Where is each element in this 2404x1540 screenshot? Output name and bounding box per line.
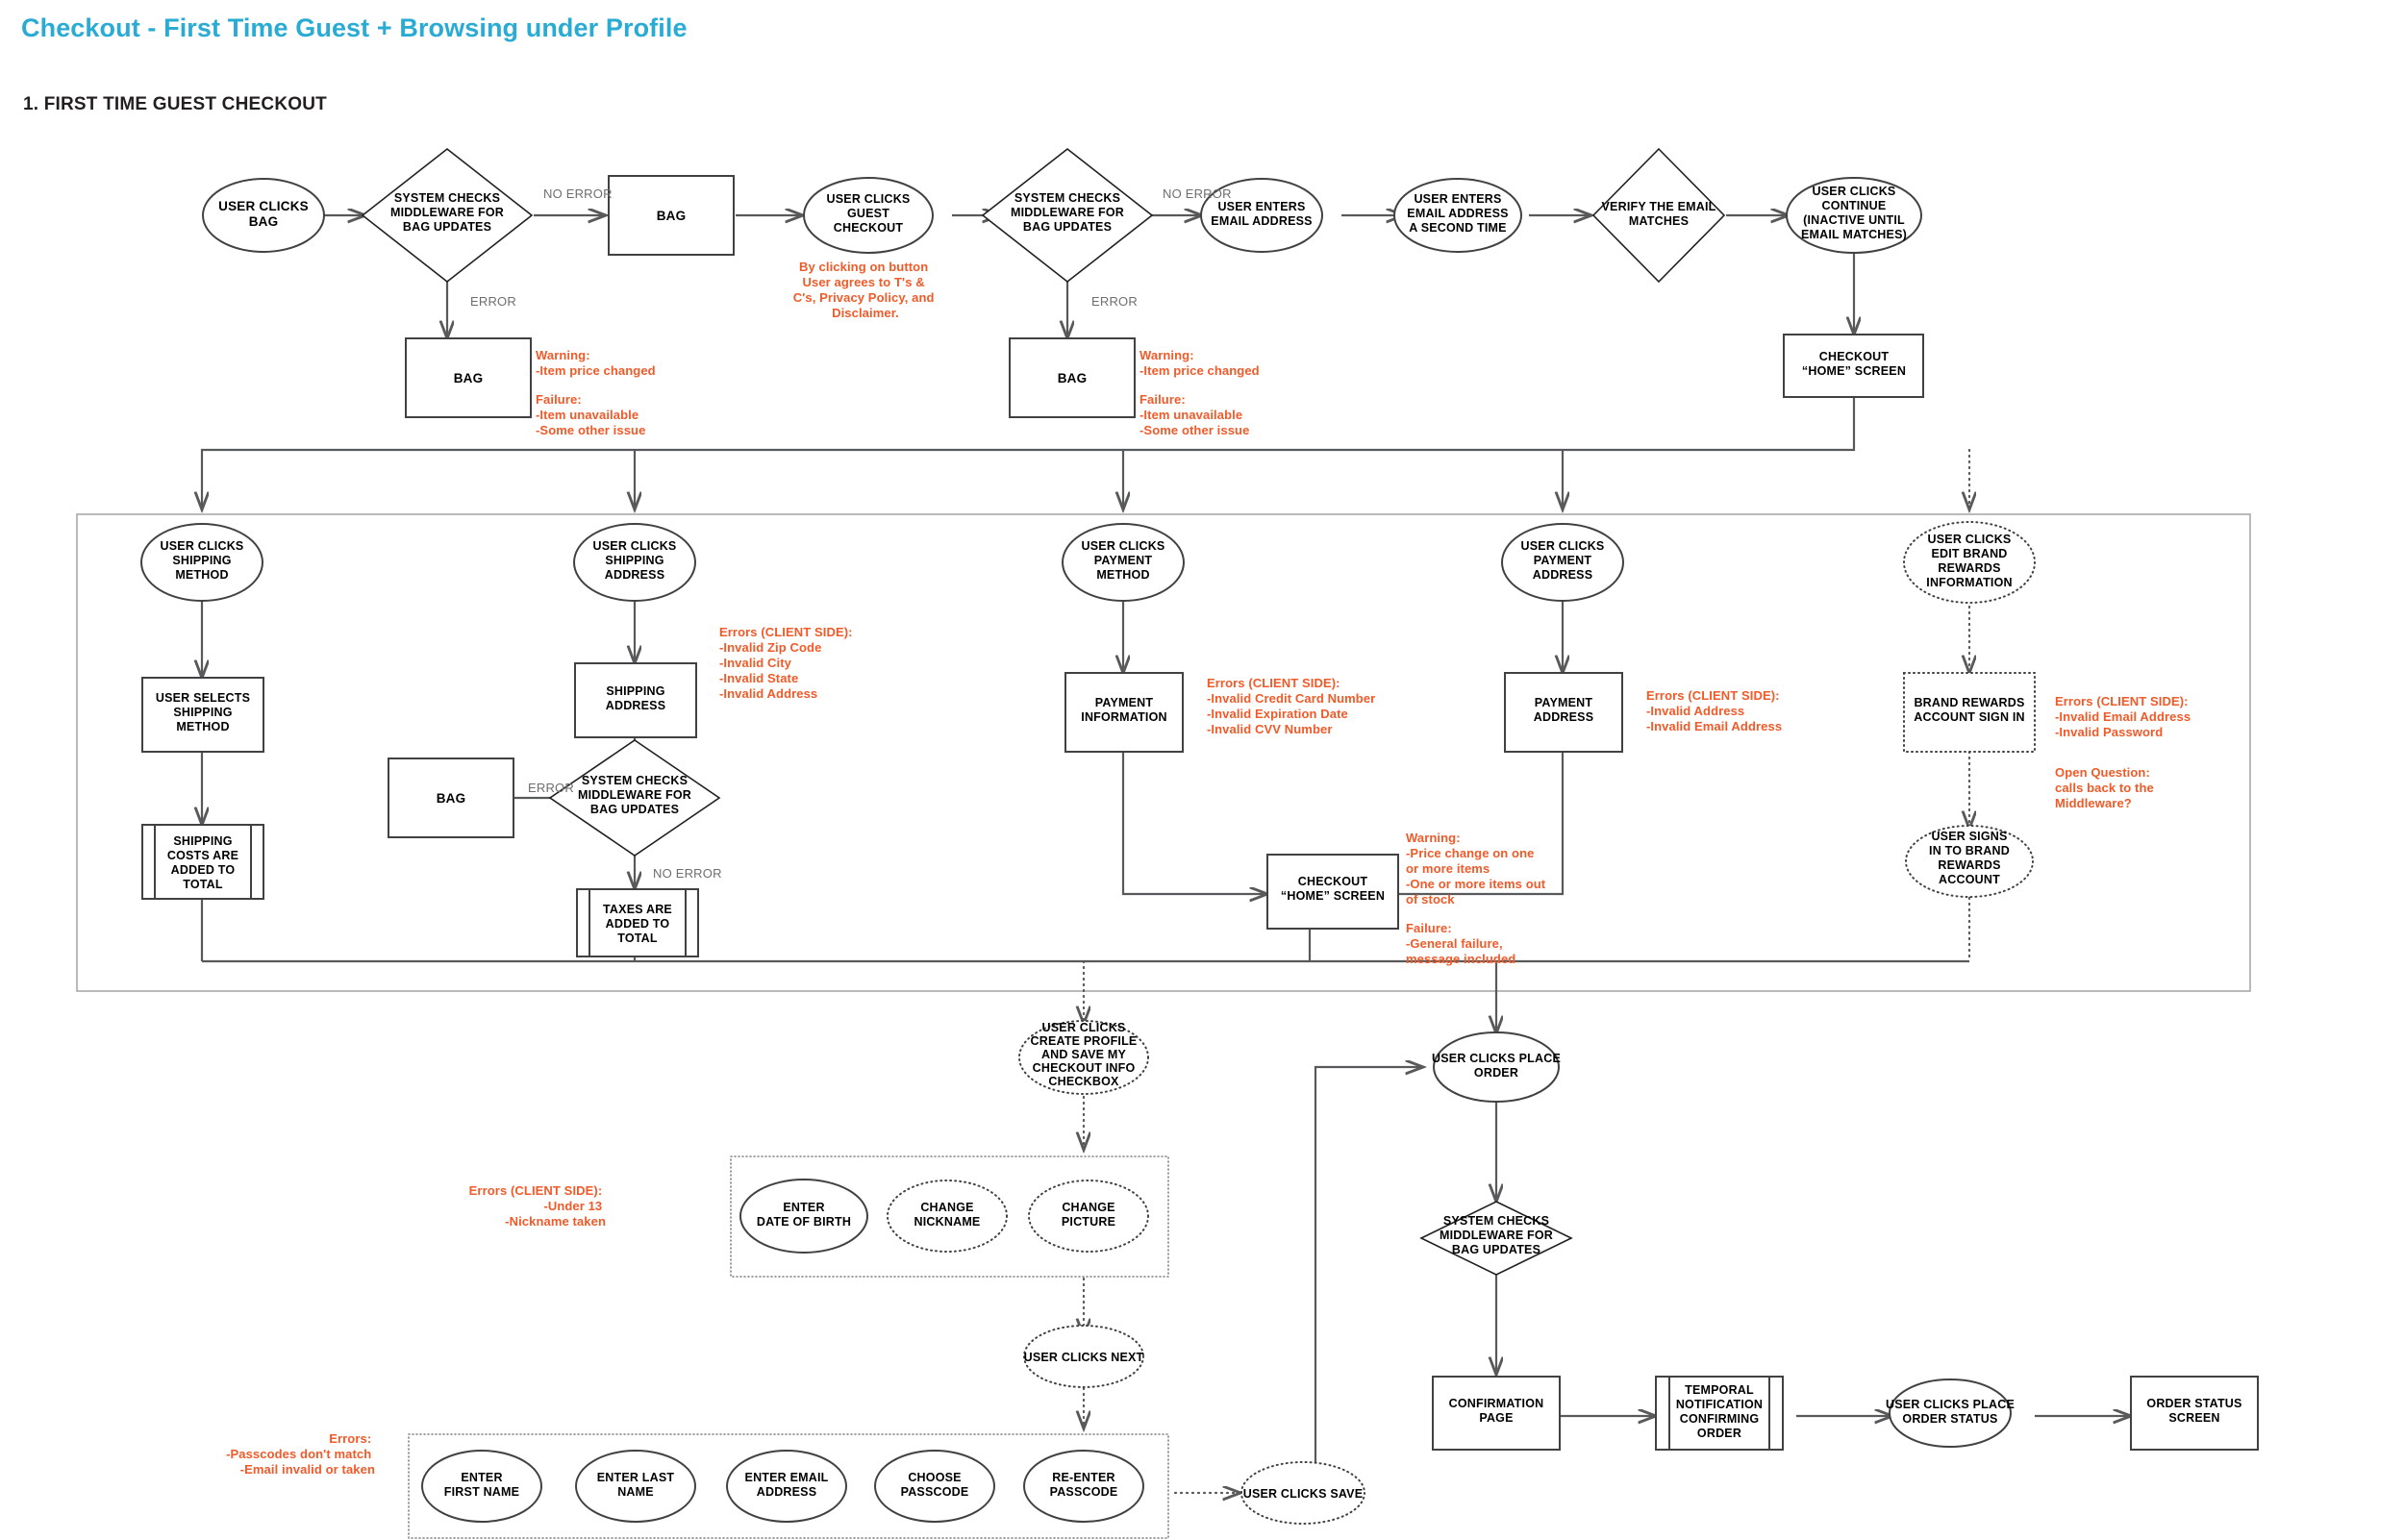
svg-text:SYSTEM CHECKSMIDDLEWARE FORBAG: SYSTEM CHECKS MIDDLEWARE FOR BAG UPDATES bbox=[1011, 191, 1124, 234]
node-shipping-address[interactable]: SHIPPING ADDRESS bbox=[574, 662, 697, 738]
node-user-clicks-payment-address[interactable]: USER CLICKS PAYMENT ADDRESS bbox=[1501, 523, 1624, 602]
svg-text:USER SIGNSIN TO BRANDREWARDSAC: USER SIGNS IN TO BRAND REWARDS ACCOUNT bbox=[1929, 830, 2010, 886]
node-taxes-added[interactable]: TAXES ARE ADDED TO TOTAL bbox=[576, 888, 699, 957]
node-shipping-costs-added[interactable]: SHIPPING COSTS ARE ADDED TO TOTAL bbox=[141, 824, 264, 900]
node-system-checks-middleware-1[interactable]: SYSTEM CHECKS MIDDLEWARE FOR BAG UPDATES bbox=[361, 147, 534, 284]
node-temporal-notification[interactable]: TEMPORAL NOTIFICATION CONFIRMING ORDER bbox=[1655, 1376, 1784, 1451]
node-user-clicks-edit-brand-rewards[interactable]: USER CLICKS EDIT BRAND REWARDS INFORMATION bbox=[1903, 521, 2036, 604]
node-change-picture[interactable]: CHANGE PICTURE bbox=[1028, 1180, 1149, 1253]
svg-text:USER CLICKSSHIPPINGADDRESS: USER CLICKS SHIPPING ADDRESS bbox=[593, 539, 677, 582]
svg-text:USER CLICKS SAVE: USER CLICKS SAVE bbox=[1243, 1487, 1364, 1501]
node-change-nickname[interactable]: CHANGE NICKNAME bbox=[887, 1180, 1008, 1253]
note-signup-errors: Errors: -Passcodes don't match -Email in… bbox=[226, 1431, 375, 1477]
node-brand-rewards-account-sign-in[interactable]: BRAND REWARDS ACCOUNT SIGN IN bbox=[1903, 672, 2036, 753]
note-checkout-home-warning: Warning: -Price change on one or more it… bbox=[1406, 831, 1549, 966]
svg-text:USER CLICKS PLACEORDER STATUS: USER CLICKS PLACE ORDER STATUS bbox=[1886, 1398, 2015, 1426]
svg-text:USER CLICKS NEXT: USER CLICKS NEXT bbox=[1024, 1351, 1144, 1364]
svg-text:BAG: BAG bbox=[454, 371, 484, 385]
edge-label-error-3: ERROR bbox=[528, 781, 574, 795]
svg-text:BRAND REWARDSACCOUNT SIGN IN: BRAND REWARDS ACCOUNT SIGN IN bbox=[1914, 696, 2025, 724]
note-bag-error-1: Warning: -Item price changed Failure: -I… bbox=[536, 348, 659, 437]
edge-label-error-1: ERROR bbox=[470, 294, 516, 309]
svg-text:PAYMENTADDRESS: PAYMENT ADDRESS bbox=[1534, 696, 1594, 724]
node-enter-date-of-birth[interactable]: ENTER DATE OF BIRTH bbox=[739, 1179, 868, 1254]
svg-text:SHIPPINGADDRESS: SHIPPING ADDRESS bbox=[606, 684, 666, 712]
node-user-enters-email-second[interactable]: USER ENTERS EMAIL ADDRESS A SECOND TIME bbox=[1393, 178, 1522, 253]
node-enter-first-name[interactable]: ENTER FIRST NAME bbox=[421, 1450, 542, 1523]
edge-label-error-2: ERROR bbox=[1091, 294, 1138, 309]
node-bag-top[interactable]: BAG bbox=[608, 175, 735, 256]
edge-label-no-error-1: NO ERROR bbox=[543, 186, 613, 201]
node-user-clicks-continue[interactable]: USER CLICKS CONTINUE (INACTIVE UNTIL EMAIL … bbox=[1786, 177, 1922, 254]
node-user-clicks-place-order-status[interactable]: USER CLICKS PLACE ORDER STATUS bbox=[1886, 1379, 2015, 1448]
node-user-clicks-place-order[interactable]: USER CLICKS PLACE ORDER bbox=[1432, 1031, 1561, 1103]
note-bag-error-2: Warning: -Item price changed Failure: -I… bbox=[1139, 348, 1263, 437]
svg-text:USER CLICKSCONTINUE(INACTIVE U: USER CLICKS CONTINUE (INACTIVE UNTIL EMAIL … bbox=[1801, 185, 1907, 241]
node-choose-passcode[interactable]: CHOOSE PASSCODE bbox=[874, 1450, 995, 1523]
node-payment-information[interactable]: PAYMENT INFORMATION bbox=[1064, 672, 1184, 753]
node-confirmation-page[interactable]: CONFIRMATION PAGE bbox=[1432, 1376, 1561, 1451]
node-bag-error-1[interactable]: BAG bbox=[405, 337, 532, 418]
node-user-clicks-payment-method[interactable]: USER CLICKS PAYMENT METHOD bbox=[1062, 523, 1185, 602]
node-user-signs-in-brand-rewards[interactable]: USER SIGNS IN TO BRAND REWARDS ACCOUNT bbox=[1905, 825, 2034, 898]
node-re-enter-passcode[interactable]: RE-ENTER PASSCODE bbox=[1023, 1450, 1144, 1523]
node-system-checks-middleware-2[interactable]: SYSTEM CHECKS MIDDLEWARE FOR BAG UPDATES bbox=[981, 147, 1154, 284]
note-payment-address-errors: Errors (CLIENT SIDE): -Invalid Address -… bbox=[1646, 688, 1783, 733]
note-brand-rewards-errors: Errors (CLIENT SIDE): -Invalid Email Add… bbox=[2055, 694, 2194, 739]
node-payment-address[interactable]: PAYMENT ADDRESS bbox=[1504, 672, 1623, 753]
node-system-checks-middleware-4[interactable]: SYSTEM CHECKS MIDDLEWARE FOR BAG UPDATES bbox=[1419, 1201, 1573, 1276]
svg-text:RE-ENTERPASSCODE: RE-ENTER PASSCODE bbox=[1050, 1471, 1118, 1499]
svg-text:SYSTEM CHECKSMIDDLEWARE FORBAG: SYSTEM CHECKS MIDDLEWARE FOR BAG UPDATES bbox=[390, 191, 504, 234]
node-enter-email-address[interactable]: ENTER EMAIL ADDRESS bbox=[726, 1450, 847, 1523]
connector bbox=[1314, 1067, 1423, 1493]
node-bag-error-2[interactable]: BAG bbox=[1009, 337, 1136, 418]
node-user-clicks-guest-checkout[interactable]: USER CLICKS GUEST CHECKOUT bbox=[803, 177, 934, 254]
node-checkout-home-screen-top[interactable]: CHECKOUT “HOME” SCREEN bbox=[1783, 334, 1924, 398]
svg-text:BAG: BAG bbox=[1058, 371, 1088, 385]
svg-text:CHANGENICKNAME: CHANGE NICKNAME bbox=[914, 1201, 981, 1229]
svg-text:SYSTEM CHECKSMIDDLEWARE FORBAG: SYSTEM CHECKS MIDDLEWARE FOR BAG UPDATES bbox=[578, 774, 691, 816]
note-shipping-address-errors: Errors (CLIENT SIDE): -Invalid Zip Code … bbox=[719, 625, 856, 701]
node-user-clicks-shipping-method[interactable]: USER CLICKS SHIPPING METHOD bbox=[140, 523, 263, 602]
flowchart-canvas: USER CLICKS BAG SYSTEM CHECKS MIDDLEWARE F… bbox=[76, 147, 2259, 1539]
svg-text:CHANGEPICTURE: CHANGE PICTURE bbox=[1062, 1201, 1115, 1229]
edge-label-no-error-2: NO ERROR bbox=[1163, 186, 1232, 201]
node-enter-last-name[interactable]: ENTER LAST NAME bbox=[575, 1450, 696, 1523]
node-user-clicks-create-profile[interactable]: USER CLICKS CREATE PROFILE AND SAVE MY CHEC… bbox=[1018, 1020, 1149, 1095]
edge-label-no-error-3: NO ERROR bbox=[653, 866, 722, 881]
svg-text:BAG: BAG bbox=[437, 791, 466, 806]
node-bag-shipping-error[interactable]: BAG bbox=[388, 758, 514, 838]
svg-text:USER ENTERSEMAIL ADDRESSA SECO: USER ENTERS EMAIL ADDRESS A SECOND TIME bbox=[1407, 192, 1508, 235]
connector bbox=[1121, 752, 1267, 894]
svg-text:SYSTEM CHECKSMIDDLEWARE FORBAG: SYSTEM CHECKS MIDDLEWARE FOR BAG UPDATES bbox=[1440, 1214, 1553, 1256]
svg-text:USER CLICKSEDIT BRANDREWARDSIN: USER CLICKS EDIT BRAND REWARDS INFORMATION bbox=[1926, 533, 2012, 589]
svg-text:USER ENTERSEMAIL ADDRESS: USER ENTERS EMAIL ADDRESS bbox=[1211, 200, 1312, 228]
node-verify-email-matches[interactable]: VERIFY THE EMAIL MATCHES bbox=[1591, 147, 1726, 284]
node-order-status-screen[interactable]: ORDER STATUS SCREEN bbox=[2130, 1376, 2259, 1451]
node-user-clicks-next[interactable]: USER CLICKS NEXT bbox=[1023, 1325, 1144, 1388]
note-open-question: Open Question: calls back to the Middlew… bbox=[2055, 765, 2158, 810]
note-profile-errors: Errors (CLIENT SIDE): -Under 13 -Nicknam… bbox=[469, 1183, 606, 1229]
node-user-clicks-save[interactable]: USER CLICKS SAVE bbox=[1240, 1461, 1365, 1525]
note-payment-info-errors: Errors (CLIENT SIDE): -Invalid Credit Ca… bbox=[1207, 676, 1379, 736]
svg-text:CHOOSEPASSCODE: CHOOSE PASSCODE bbox=[901, 1471, 969, 1499]
node-user-selects-shipping-method[interactable]: USER SELECTS SHIPPING METHOD bbox=[141, 677, 264, 753]
node-checkout-home-screen-middle[interactable]: CHECKOUT “HOME” SCREEN bbox=[1266, 854, 1399, 930]
svg-text:ENTER EMAILADDRESS: ENTER EMAIL ADDRESS bbox=[745, 1471, 829, 1499]
svg-text:BAG: BAG bbox=[657, 209, 687, 223]
node-user-clicks-bag[interactable]: USER CLICKS BAG bbox=[202, 178, 325, 253]
node-system-checks-middleware-3[interactable]: SYSTEM CHECKS MIDDLEWARE FOR BAG UPDATES bbox=[548, 739, 721, 857]
node-user-clicks-shipping-address[interactable]: USER CLICKS SHIPPING ADDRESS bbox=[573, 523, 696, 602]
note-guest-checkout-disclaimer: By clicking on button User agrees to T's… bbox=[793, 260, 939, 320]
